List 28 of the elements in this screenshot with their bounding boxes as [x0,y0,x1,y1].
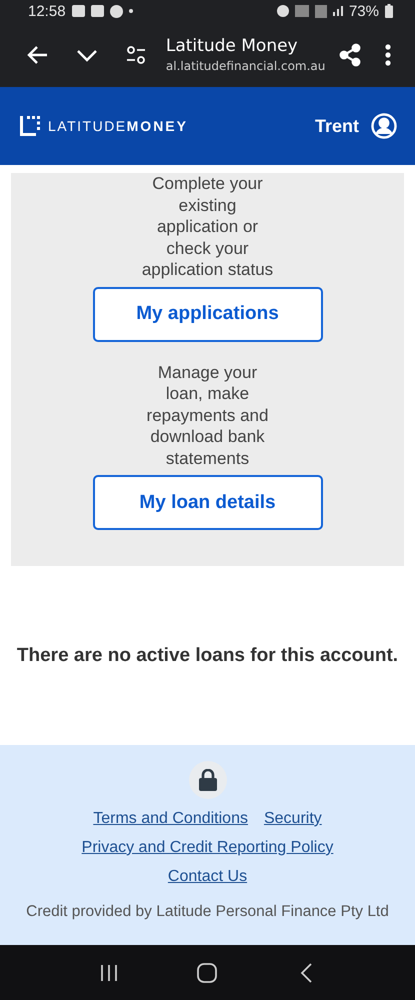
footer-link[interactable]: Terms and Conditions [93,810,248,828]
signal-icon [332,6,343,16]
page-title: Latitude Money [166,36,299,56]
share-icon [338,42,362,66]
credit-notice: Credit provided by Latitude Personal Finance Pty Ltd [26,903,389,921]
no-loans-message: There are no active loans for this account. [16,644,400,666]
battery-percent: 73% [348,2,379,20]
card-description: Manage your loan, make repayments and download bank statements [146,362,270,469]
card-action-button[interactable]: My loan details [92,475,322,530]
back-icon [300,962,312,982]
menu-icon [384,44,390,66]
lock-icon [198,769,216,791]
notification-dot-icon [128,9,133,13]
card-description: Complete your existing application or check your application status [140,173,274,280]
status-time: 12:58 [28,2,66,20]
sliders-icon [126,44,146,64]
footer-link[interactable]: Contact Us [168,868,248,886]
recent-apps-icon [100,964,118,980]
home-icon [197,962,218,982]
user-menu-button[interactable]: Trent [314,113,397,139]
logo-text: LATITUDE MONEY [48,118,188,134]
card-action-button[interactable]: My applications [92,286,322,342]
footer-link[interactable]: Security [264,810,322,828]
footer-link[interactable]: Privacy and Credit Reporting Policy [82,839,334,857]
user-icon [371,113,397,139]
logo-mark-icon [20,116,40,136]
page-url[interactable]: al.latitudefinancial.com.au [166,59,326,73]
battery-icon [385,4,393,18]
